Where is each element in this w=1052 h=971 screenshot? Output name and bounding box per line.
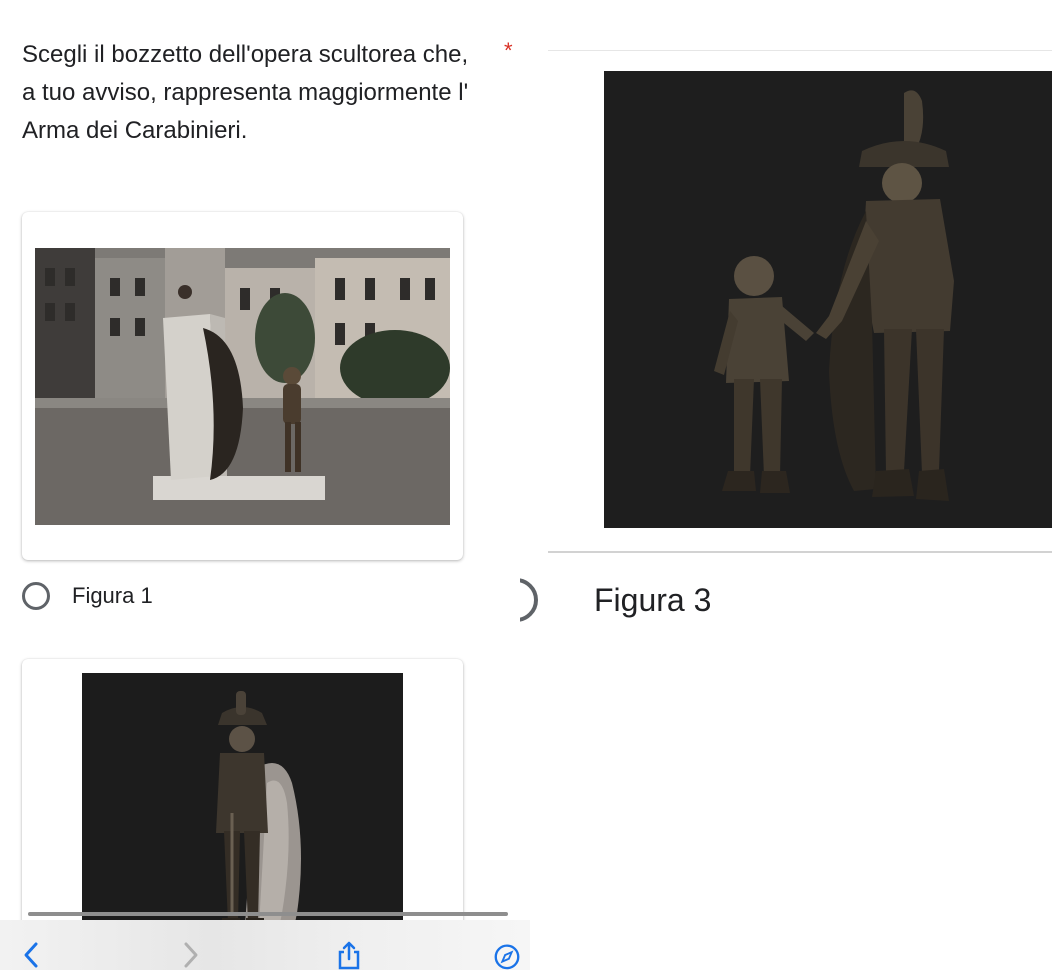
option-3[interactable]: Figura 3 — [520, 576, 711, 624]
browser-toolbar — [0, 920, 530, 970]
option-label-3: Figura 3 — [594, 581, 712, 618]
sculpture-render-icon — [82, 673, 403, 959]
compass-icon[interactable] — [492, 940, 522, 970]
question-title: Scegli il bozzetto dell'opera scultorea … — [22, 41, 469, 144]
sculpture-render-icon — [604, 71, 1052, 528]
scroll-indicator — [28, 912, 508, 916]
required-asterisk: * — [504, 38, 513, 63]
option-image-card-3[interactable] — [548, 50, 1052, 553]
radio-button-3[interactable] — [520, 576, 568, 624]
radio-button-1[interactable] — [22, 582, 50, 610]
option-label-1: Figura 1 — [72, 583, 153, 608]
share-icon[interactable] — [334, 940, 364, 970]
chevron-left-icon[interactable] — [16, 940, 46, 970]
chevron-right-icon[interactable] — [176, 940, 206, 970]
option-image-card-1[interactable] — [22, 212, 463, 560]
sculpture-photo-icon — [35, 248, 450, 525]
option-1[interactable]: Figura 1 — [22, 582, 153, 610]
